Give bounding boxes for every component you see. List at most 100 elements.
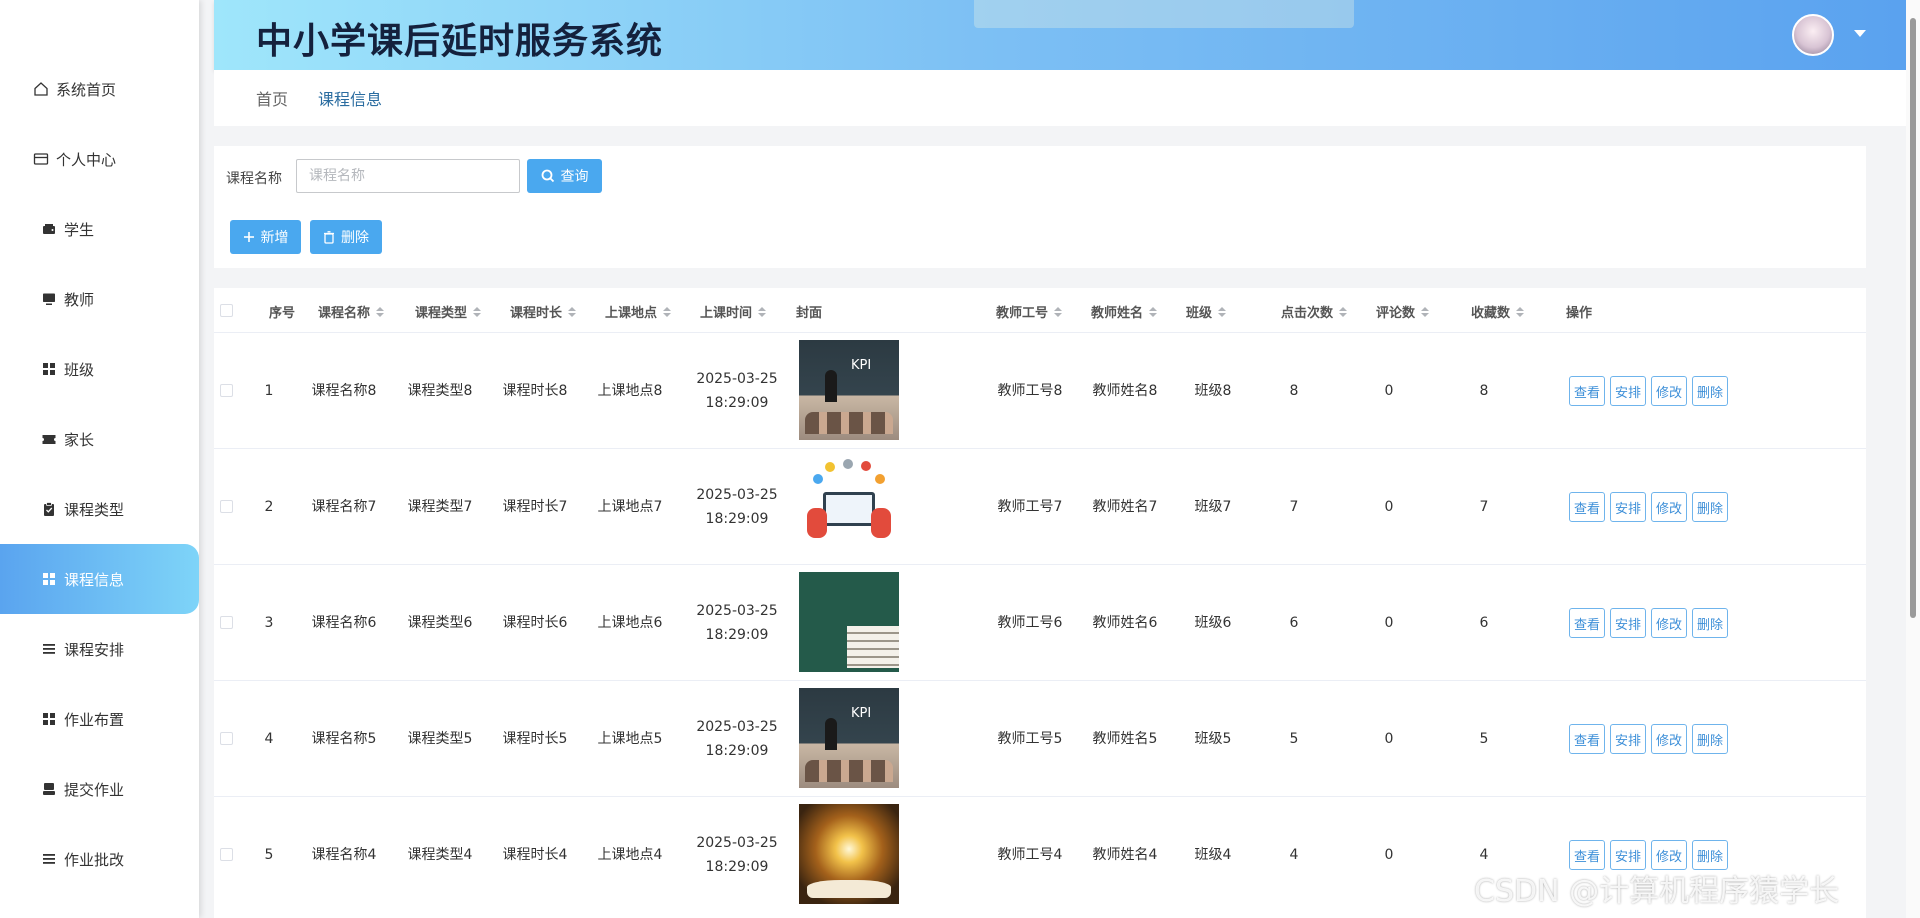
delete-row-button[interactable]: 删除	[1692, 376, 1729, 406]
row-checkbox[interactable]	[220, 848, 233, 861]
sidebar-item-5[interactable]: 班级	[0, 334, 199, 404]
delete-button[interactable]: 删除	[310, 220, 382, 254]
header-class[interactable]: 班级	[1186, 302, 1227, 321]
cell-location: 上课地点5	[597, 731, 663, 747]
sort-icon[interactable]	[1054, 306, 1063, 317]
cell-comments: 0	[1384, 499, 1394, 515]
chevron-down-icon[interactable]	[1854, 30, 1866, 37]
view-row-button[interactable]: 查看	[1569, 724, 1606, 754]
sidebar-item-6[interactable]: 家长	[0, 404, 199, 474]
select-all-checkbox[interactable]	[220, 304, 233, 317]
sort-icon[interactable]	[758, 306, 767, 317]
sidebar-item-4[interactable]: 教师	[0, 264, 199, 334]
cover-image[interactable]	[799, 572, 899, 672]
edit-row-button[interactable]: 修改	[1651, 492, 1688, 522]
page-scrollbar[interactable]	[1906, 0, 1920, 918]
sort-icon[interactable]	[663, 306, 672, 317]
ticket-icon	[40, 430, 58, 448]
sidebar-item-3[interactable]: 学生	[0, 194, 199, 264]
sidebar-item-1[interactable]: 系统首页	[0, 54, 199, 124]
avatar[interactable]	[1792, 14, 1834, 56]
table-row[interactable]: 2 课程名称7 课程类型7 课程时长7 上课地点7 教师工号7 教师姓名7 班级7 7 0 7 202…	[214, 448, 1866, 564]
table-row[interactable]: 3 课程名称6 课程类型6 课程时长6 上课地点6 教师工号6 教师姓名6 班级6 6 0 6 202…	[214, 564, 1866, 680]
cover-pages	[807, 880, 891, 898]
cell-course-name: 课程名称6	[311, 615, 377, 631]
cover-image[interactable]: KPI	[799, 340, 899, 440]
sort-icon[interactable]	[1218, 306, 1227, 317]
scrollbar-thumb[interactable]	[1910, 18, 1916, 618]
cell-favorites: 5	[1479, 731, 1489, 747]
header-favorites[interactable]: 收藏数	[1471, 302, 1525, 321]
sidebar-item-12[interactable]: 作业批改	[0, 824, 199, 894]
header-location[interactable]: 上课地点	[605, 302, 672, 321]
row-actions: 查看 安排 修改 删除	[1569, 333, 1729, 449]
row-actions: 查看 安排 修改 删除	[1569, 449, 1729, 565]
sidebar-item-label: 家长	[64, 430, 95, 449]
row-checkbox[interactable]	[220, 616, 233, 629]
sort-icon[interactable]	[568, 306, 577, 317]
row-checkbox[interactable]	[220, 732, 233, 745]
schedule-row-button[interactable]: 安排	[1610, 608, 1647, 638]
cell-date: 2025-03-25	[696, 487, 778, 503]
delete-row-button[interactable]: 删除	[1692, 724, 1729, 754]
table-row[interactable]: 1 课程名称8 课程类型8 课程时长8 上课地点8 教师工号8 教师姓名8 班级8 8 0 8 202…	[214, 332, 1866, 448]
sort-icon[interactable]	[473, 306, 482, 317]
clipboard-icon	[40, 500, 58, 518]
sidebar-item-10[interactable]: 作业布置	[0, 684, 199, 754]
header-teacher-id[interactable]: 教师工号	[996, 302, 1063, 321]
header-clicks[interactable]: 点击次数	[1281, 302, 1348, 321]
header-comments[interactable]: 评论数	[1376, 302, 1430, 321]
header-course-duration[interactable]: 课程时长	[510, 302, 577, 321]
cell-class: 班级7	[1194, 499, 1232, 515]
row-checkbox[interactable]	[220, 500, 233, 513]
header-course-type[interactable]: 课程类型	[415, 302, 482, 321]
schedule-row-button[interactable]: 安排	[1610, 724, 1647, 754]
cover-image[interactable]	[799, 456, 899, 556]
search-input[interactable]	[296, 159, 520, 193]
sort-icon[interactable]	[1149, 306, 1158, 317]
cell-favorites: 7	[1479, 499, 1489, 515]
row-checkbox[interactable]	[220, 384, 233, 397]
sidebar-item-9[interactable]: 课程安排	[0, 614, 199, 684]
watermark: CSDN @计算机程序猿学长	[1474, 874, 1840, 909]
header-teacher-name[interactable]: 教师姓名	[1091, 302, 1158, 321]
cell-class: 班级4	[1194, 847, 1232, 863]
trash-icon	[324, 230, 334, 244]
cell-course-name: 课程名称5	[311, 731, 377, 747]
schedule-row-button[interactable]: 安排	[1610, 376, 1647, 406]
wallet-icon	[40, 220, 58, 238]
edit-row-button[interactable]: 修改	[1651, 608, 1688, 638]
monitor-icon	[40, 290, 58, 308]
sort-icon[interactable]	[1421, 306, 1430, 317]
delete-row-button[interactable]: 删除	[1692, 608, 1729, 638]
sidebar-item-7[interactable]: 课程类型	[0, 474, 199, 544]
sort-icon[interactable]	[1516, 306, 1525, 317]
sidebar-item-8[interactable]: 课程信息	[0, 544, 199, 614]
breadcrumb-current[interactable]: 课程信息	[318, 86, 382, 110]
delete-row-button[interactable]: 删除	[1692, 492, 1729, 522]
cell-teacher-name: 教师姓名4	[1092, 847, 1158, 863]
sort-icon[interactable]	[1339, 306, 1348, 317]
view-row-button[interactable]: 查看	[1569, 376, 1606, 406]
schedule-row-button[interactable]: 安排	[1610, 492, 1647, 522]
query-button[interactable]: 查询	[527, 159, 602, 193]
header-time[interactable]: 上课时间	[700, 302, 767, 321]
header-comments-label: 评论数	[1376, 306, 1416, 321]
view-row-button[interactable]: 查看	[1569, 492, 1606, 522]
sidebar-item-11[interactable]: 提交作业	[0, 754, 199, 824]
edit-row-button[interactable]: 修改	[1651, 724, 1688, 754]
header-clicks-label: 点击次数	[1281, 306, 1334, 321]
header-course-name[interactable]: 课程名称	[318, 302, 385, 321]
cover-image[interactable]: KPI	[799, 688, 899, 788]
view-row-button[interactable]: 查看	[1569, 608, 1606, 638]
add-button[interactable]: 新增	[230, 220, 301, 254]
cover-image[interactable]	[799, 804, 899, 904]
breadcrumb-home[interactable]: 首页	[256, 86, 288, 110]
toast-notification	[974, 0, 1354, 28]
sort-icon[interactable]	[376, 306, 385, 317]
cell-teacher-name: 教师姓名7	[1092, 499, 1158, 515]
sidebar-item-2[interactable]: 个人中心	[0, 124, 199, 194]
top-header: 中小学课后延时服务系统	[214, 0, 1906, 70]
table-row[interactable]: 4 课程名称5 课程类型5 课程时长5 上课地点5 教师工号5 教师姓名5 班级5 5 0 5 202…	[214, 680, 1866, 796]
edit-row-button[interactable]: 修改	[1651, 376, 1688, 406]
